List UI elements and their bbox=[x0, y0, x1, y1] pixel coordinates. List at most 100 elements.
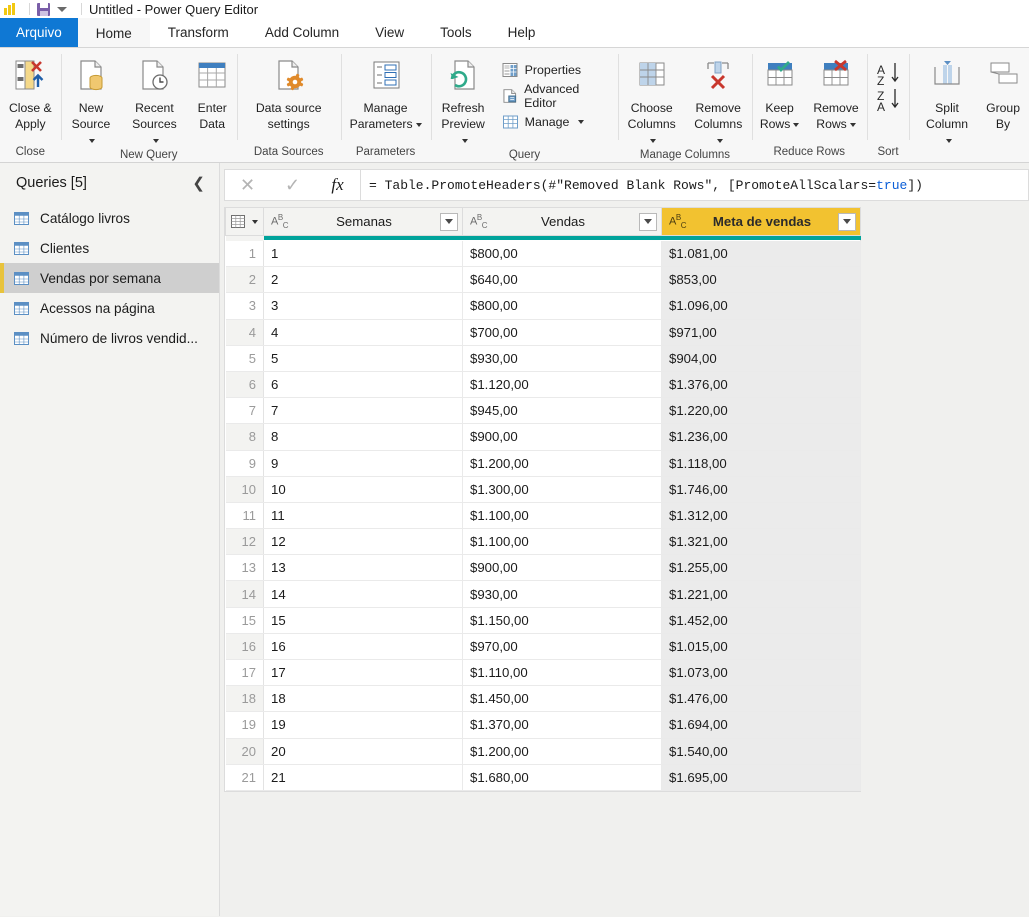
cell-vendas[interactable]: $1.370,00 bbox=[462, 711, 662, 739]
cell-semanas[interactable]: 3 bbox=[263, 292, 463, 320]
remove-rows-button[interactable]: Remove Rows bbox=[806, 55, 865, 132]
column-header-semanas[interactable]: ABC Semanas bbox=[263, 207, 463, 236]
table-row[interactable]: 7 7 $945,00 $1.220,00 bbox=[225, 397, 861, 425]
cell-semanas[interactable]: 12 bbox=[263, 528, 463, 556]
cell-vendas[interactable]: $800,00 bbox=[462, 240, 662, 268]
cell-semanas[interactable]: 16 bbox=[263, 633, 463, 661]
table-row[interactable]: 17 17 $1.110,00 $1.073,00 bbox=[225, 659, 861, 687]
cell-vendas[interactable]: $1.200,00 bbox=[462, 738, 662, 765]
chevron-down-icon[interactable] bbox=[415, 122, 422, 127]
group-by-button[interactable]: Group By bbox=[977, 55, 1029, 132]
cell-meta-de-vendas[interactable]: $1.236,00 bbox=[661, 423, 861, 451]
cell-vendas[interactable]: $1.110,00 bbox=[462, 659, 662, 687]
cell-semanas[interactable]: 19 bbox=[263, 711, 463, 739]
query-item-clientes[interactable]: Clientes bbox=[0, 233, 219, 263]
table-row[interactable]: 15 15 $1.150,00 $1.452,00 bbox=[225, 607, 861, 634]
cell-vendas[interactable]: $1.100,00 bbox=[462, 528, 662, 556]
table-row[interactable]: 14 14 $930,00 $1.221,00 bbox=[225, 580, 861, 608]
advanced-editor-button[interactable]: Advanced Editor bbox=[496, 82, 619, 110]
cancel-icon[interactable]: ✕ bbox=[225, 170, 270, 200]
cell-meta-de-vendas[interactable]: $853,00 bbox=[661, 266, 861, 294]
tab-tools[interactable]: Tools bbox=[422, 18, 490, 47]
cell-semanas[interactable]: 10 bbox=[263, 476, 463, 503]
tab-view[interactable]: View bbox=[357, 18, 422, 47]
table-row[interactable]: 8 8 $900,00 $1.236,00 bbox=[225, 423, 861, 451]
table-row[interactable]: 3 3 $800,00 $1.096,00 bbox=[225, 292, 861, 320]
cell-vendas[interactable]: $1.150,00 bbox=[462, 607, 662, 634]
query-item-acessos-na-pagina[interactable]: Acessos na página bbox=[0, 293, 219, 323]
chevron-down-icon[interactable] bbox=[650, 138, 657, 143]
table-row[interactable]: 16 16 $970,00 $1.015,00 bbox=[225, 633, 861, 661]
save-icon[interactable] bbox=[37, 2, 50, 16]
query-item-numero-de-livros-vendidos[interactable]: Número de livros vendid... bbox=[0, 323, 219, 353]
table-row[interactable]: 18 18 $1.450,00 $1.476,00 bbox=[225, 685, 861, 713]
chevron-down-icon[interactable] bbox=[945, 138, 952, 143]
table-row[interactable]: 10 10 $1.300,00 $1.746,00 bbox=[225, 476, 861, 503]
cell-meta-de-vendas[interactable]: $1.452,00 bbox=[661, 607, 861, 634]
cell-meta-de-vendas[interactable]: $1.746,00 bbox=[661, 476, 861, 503]
choose-columns-button[interactable]: Choose Columns bbox=[618, 55, 685, 148]
cell-meta-de-vendas[interactable]: $1.376,00 bbox=[661, 371, 861, 399]
cell-vendas[interactable]: $640,00 bbox=[462, 266, 662, 294]
cell-vendas[interactable]: $1.680,00 bbox=[462, 764, 662, 791]
cell-meta-de-vendas[interactable]: $1.255,00 bbox=[661, 554, 861, 582]
cell-meta-de-vendas[interactable]: $1.321,00 bbox=[661, 528, 861, 556]
close-and-apply-button[interactable]: Close & Apply bbox=[2, 55, 59, 132]
cell-semanas[interactable]: 5 bbox=[263, 345, 463, 372]
cell-meta-de-vendas[interactable]: $1.695,00 bbox=[661, 764, 861, 791]
select-all-header[interactable] bbox=[225, 207, 264, 236]
cell-meta-de-vendas[interactable]: $1.694,00 bbox=[661, 711, 861, 739]
query-item-catalogo-livros[interactable]: Catálogo livros bbox=[0, 203, 219, 233]
cell-meta-de-vendas[interactable]: $1.073,00 bbox=[661, 659, 861, 687]
tab-home[interactable]: Home bbox=[77, 18, 150, 47]
cell-vendas[interactable]: $930,00 bbox=[462, 580, 662, 608]
cell-semanas[interactable]: 21 bbox=[263, 764, 463, 791]
cell-vendas[interactable]: $900,00 bbox=[462, 423, 662, 451]
table-row[interactable]: 1 1 $800,00 $1.081,00 bbox=[225, 240, 861, 268]
chevron-down-icon[interactable] bbox=[849, 122, 856, 127]
tab-add-column[interactable]: Add Column bbox=[247, 18, 357, 47]
filter-dropdown-icon[interactable] bbox=[440, 212, 458, 231]
cell-meta-de-vendas[interactable]: $1.312,00 bbox=[661, 502, 861, 530]
cell-semanas[interactable]: 1 bbox=[263, 240, 463, 268]
cell-vendas[interactable]: $800,00 bbox=[462, 292, 662, 320]
customize-quick-access-icon[interactable] bbox=[57, 6, 67, 12]
table-row[interactable]: 2 2 $640,00 $853,00 bbox=[225, 266, 861, 294]
fx-icon[interactable]: fx bbox=[315, 170, 360, 200]
keep-rows-button[interactable]: Keep Rows bbox=[753, 55, 806, 132]
cell-vendas[interactable]: $930,00 bbox=[462, 345, 662, 372]
recent-sources-button[interactable]: Recent Sources bbox=[121, 55, 187, 148]
cell-semanas[interactable]: 8 bbox=[263, 423, 463, 451]
cell-meta-de-vendas[interactable]: $1.118,00 bbox=[661, 450, 861, 477]
cell-semanas[interactable]: 7 bbox=[263, 397, 463, 425]
tab-help[interactable]: Help bbox=[490, 18, 554, 47]
chevron-down-icon[interactable] bbox=[793, 122, 800, 127]
cell-meta-de-vendas[interactable]: $1.081,00 bbox=[661, 240, 861, 268]
table-row[interactable]: 21 21 $1.680,00 $1.695,00 bbox=[225, 764, 861, 791]
cell-meta-de-vendas[interactable]: $1.540,00 bbox=[661, 738, 861, 765]
cell-vendas[interactable]: $970,00 bbox=[462, 633, 662, 661]
table-row[interactable]: 9 9 $1.200,00 $1.118,00 bbox=[225, 450, 861, 477]
chevron-down-icon[interactable] bbox=[578, 120, 585, 124]
column-header-vendas[interactable]: ABC Vendas bbox=[462, 207, 662, 236]
table-row[interactable]: 6 6 $1.120,00 $1.376,00 bbox=[225, 371, 861, 399]
remove-columns-button[interactable]: Remove Columns bbox=[685, 55, 752, 148]
cell-vendas[interactable]: $1.120,00 bbox=[462, 371, 662, 399]
cell-meta-de-vendas[interactable]: $1.015,00 bbox=[661, 633, 861, 661]
query-item-vendas-por-semana[interactable]: Vendas por semana bbox=[0, 263, 219, 293]
cell-meta-de-vendas[interactable]: $1.220,00 bbox=[661, 397, 861, 425]
chevron-down-icon[interactable] bbox=[716, 138, 723, 143]
chevron-down-icon[interactable] bbox=[89, 138, 96, 143]
cell-semanas[interactable]: 17 bbox=[263, 659, 463, 687]
table-row[interactable]: 4 4 $700,00 $971,00 bbox=[225, 319, 861, 346]
chevron-left-icon[interactable]: ❮ bbox=[188, 174, 209, 192]
cell-semanas[interactable]: 4 bbox=[263, 319, 463, 346]
manage-parameters-button[interactable]: Manage Parameters bbox=[343, 55, 429, 132]
cell-meta-de-vendas[interactable]: $904,00 bbox=[661, 345, 861, 372]
new-source-button[interactable]: New Source bbox=[61, 55, 122, 148]
cell-vendas[interactable]: $1.100,00 bbox=[462, 502, 662, 530]
cell-meta-de-vendas[interactable]: $1.221,00 bbox=[661, 580, 861, 608]
cell-semanas[interactable]: 13 bbox=[263, 554, 463, 582]
chevron-down-icon[interactable] bbox=[461, 138, 468, 143]
cell-vendas[interactable]: $900,00 bbox=[462, 554, 662, 582]
